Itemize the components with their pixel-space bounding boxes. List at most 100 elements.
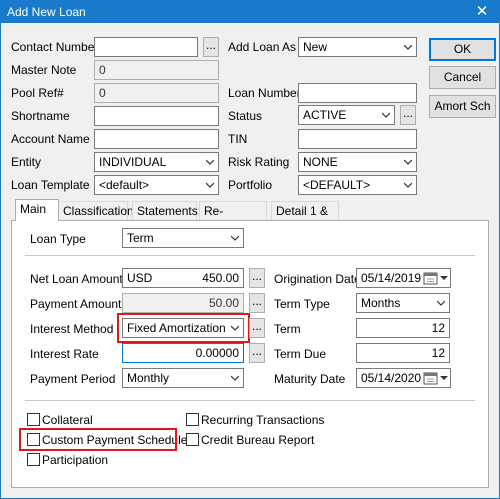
net-loan-amount-button[interactable]: ... [249,268,265,288]
risk-rating-select[interactable]: NONE [298,152,417,172]
risk-rating-label: Risk Rating [228,155,290,169]
highlight-box [19,428,177,451]
highlight-box [117,313,250,343]
cancel-button[interactable]: Cancel [429,66,496,89]
chevron-down-icon [404,44,412,50]
interest-method-button[interactable]: ... [249,318,265,338]
add-loan-as-select[interactable]: New [298,37,417,57]
participation-label: Participation [42,453,109,467]
entity-label: Entity [11,155,42,169]
tab-statements[interactable]: Statements [132,201,198,221]
pool-ref-label: Pool Ref# [11,86,64,100]
interest-rate-input[interactable]: 0.00000 [122,343,244,363]
tab-classification[interactable]: Classification [58,201,134,221]
pool-ref-field: 0 [94,83,219,103]
chevron-down-icon [404,182,412,188]
chevron-down-icon [206,159,214,165]
payment-period-select[interactable]: Monthly [122,368,244,388]
credit-bureau-report-checkbox[interactable] [186,433,199,446]
entity-value: INDIVIDUAL [99,155,167,169]
origination-date-label: Origination Date [274,272,361,286]
chevron-down-icon [231,235,239,241]
origination-date-value: 05/14/2019 [361,271,422,285]
chevron-down-icon [206,182,214,188]
portfolio-value: <DEFAULT> [303,178,371,192]
status-value: ACTIVE [303,108,347,122]
credit-bureau-report-label: Credit Bureau Report [201,433,315,447]
term-type-select[interactable]: Months [356,293,450,313]
tin-label: TIN [228,132,248,146]
loan-number-label: Loan Number [228,86,301,100]
term-due-input[interactable]: 12 [356,343,450,363]
loan-type-select[interactable]: Term [122,228,244,248]
account-name-label: Account Name [11,132,90,146]
tab-main[interactable]: Main [15,199,59,221]
interest-rate-label: Interest Rate [30,347,99,361]
ok-button[interactable]: OK [429,38,496,61]
participation-checkbox[interactable] [27,453,40,466]
net-loan-amount-label: Net Loan Amount [30,272,123,286]
chevron-down-icon [382,112,390,118]
loan-template-label: Loan Template [11,178,90,192]
payment-amount-field: 50.00 [122,293,244,313]
term-type-value: Months [361,296,401,310]
amort-schedule-button[interactable]: Amort Sch [429,95,496,118]
title-bar: Add New Loan ✕ [1,1,499,23]
chevron-down-icon [231,375,239,381]
term-due-label: Term Due [274,347,327,361]
collateral-label: Collateral [42,413,93,427]
tin-input[interactable] [298,129,417,149]
loan-type-value: Term [127,231,154,245]
chevron-down-icon [437,300,445,306]
payment-amount-label: Payment Amount [30,297,122,311]
loan-number-input[interactable] [298,83,417,103]
contact-lookup-button[interactable]: ... [203,37,219,57]
interest-method-label: Interest Method [30,322,114,336]
contact-number-input[interactable] [94,37,198,57]
currency-code: USD [127,271,153,285]
calendar-icon[interactable] [423,271,439,285]
interest-rate-button[interactable]: ... [249,343,265,363]
add-loan-as-label: Add Loan As [228,40,297,54]
term-label: Term [274,322,301,336]
collateral-checkbox[interactable] [27,413,40,426]
calendar-icon[interactable] [423,371,439,385]
shortname-label: Shortname [11,109,70,123]
contact-number-label: Contact Number [11,40,99,54]
add-loan-as-value: New [303,40,328,54]
loan-template-value: <default> [99,178,150,192]
recurring-transactions-checkbox[interactable] [186,413,199,426]
chevron-down-icon [404,159,412,165]
net-loan-amount-input[interactable]: USD 450.00 [122,268,244,288]
add-new-loan-dialog: Add New Loan ✕ Contact Number ... Master… [0,0,500,499]
master-note-field: 0 [94,60,219,80]
master-note-label: Master Note [11,63,77,77]
term-type-label: Term Type [274,297,330,311]
payment-period-value: Monthly [127,371,170,385]
status-lookup-button[interactable]: ... [400,105,416,125]
risk-rating-value: NONE [303,155,338,169]
recurring-transactions-label: Recurring Transactions [201,413,325,427]
account-name-input[interactable] [94,129,219,149]
loan-template-select[interactable]: <default> [94,175,219,195]
divider [25,400,475,401]
net-loan-amount-value: 450.00 [202,271,239,285]
payment-period-label: Payment Period [30,372,116,386]
chevron-down-icon[interactable] [440,274,448,282]
portfolio-select[interactable]: <DEFAULT> [298,175,417,195]
shortname-input[interactable] [94,106,219,126]
window-title: Add New Loan [7,5,86,19]
chevron-down-icon[interactable] [440,374,448,382]
portfolio-label: Portfolio [228,178,273,192]
maturity-date-value: 05/14/2020 [361,371,422,385]
maturity-date-label: Maturity Date [274,372,346,386]
tab-repayment[interactable]: Re-Payment [199,201,267,236]
status-label: Status [228,109,263,123]
close-icon[interactable]: ✕ [465,1,499,23]
term-input[interactable]: 12 [356,318,450,338]
divider [25,255,475,256]
payment-amount-button[interactable]: ... [249,293,265,313]
entity-select[interactable]: INDIVIDUAL [94,152,219,172]
tab-detail[interactable]: Detail 1 & 2 [271,201,339,236]
status-select[interactable]: ACTIVE [298,105,395,125]
